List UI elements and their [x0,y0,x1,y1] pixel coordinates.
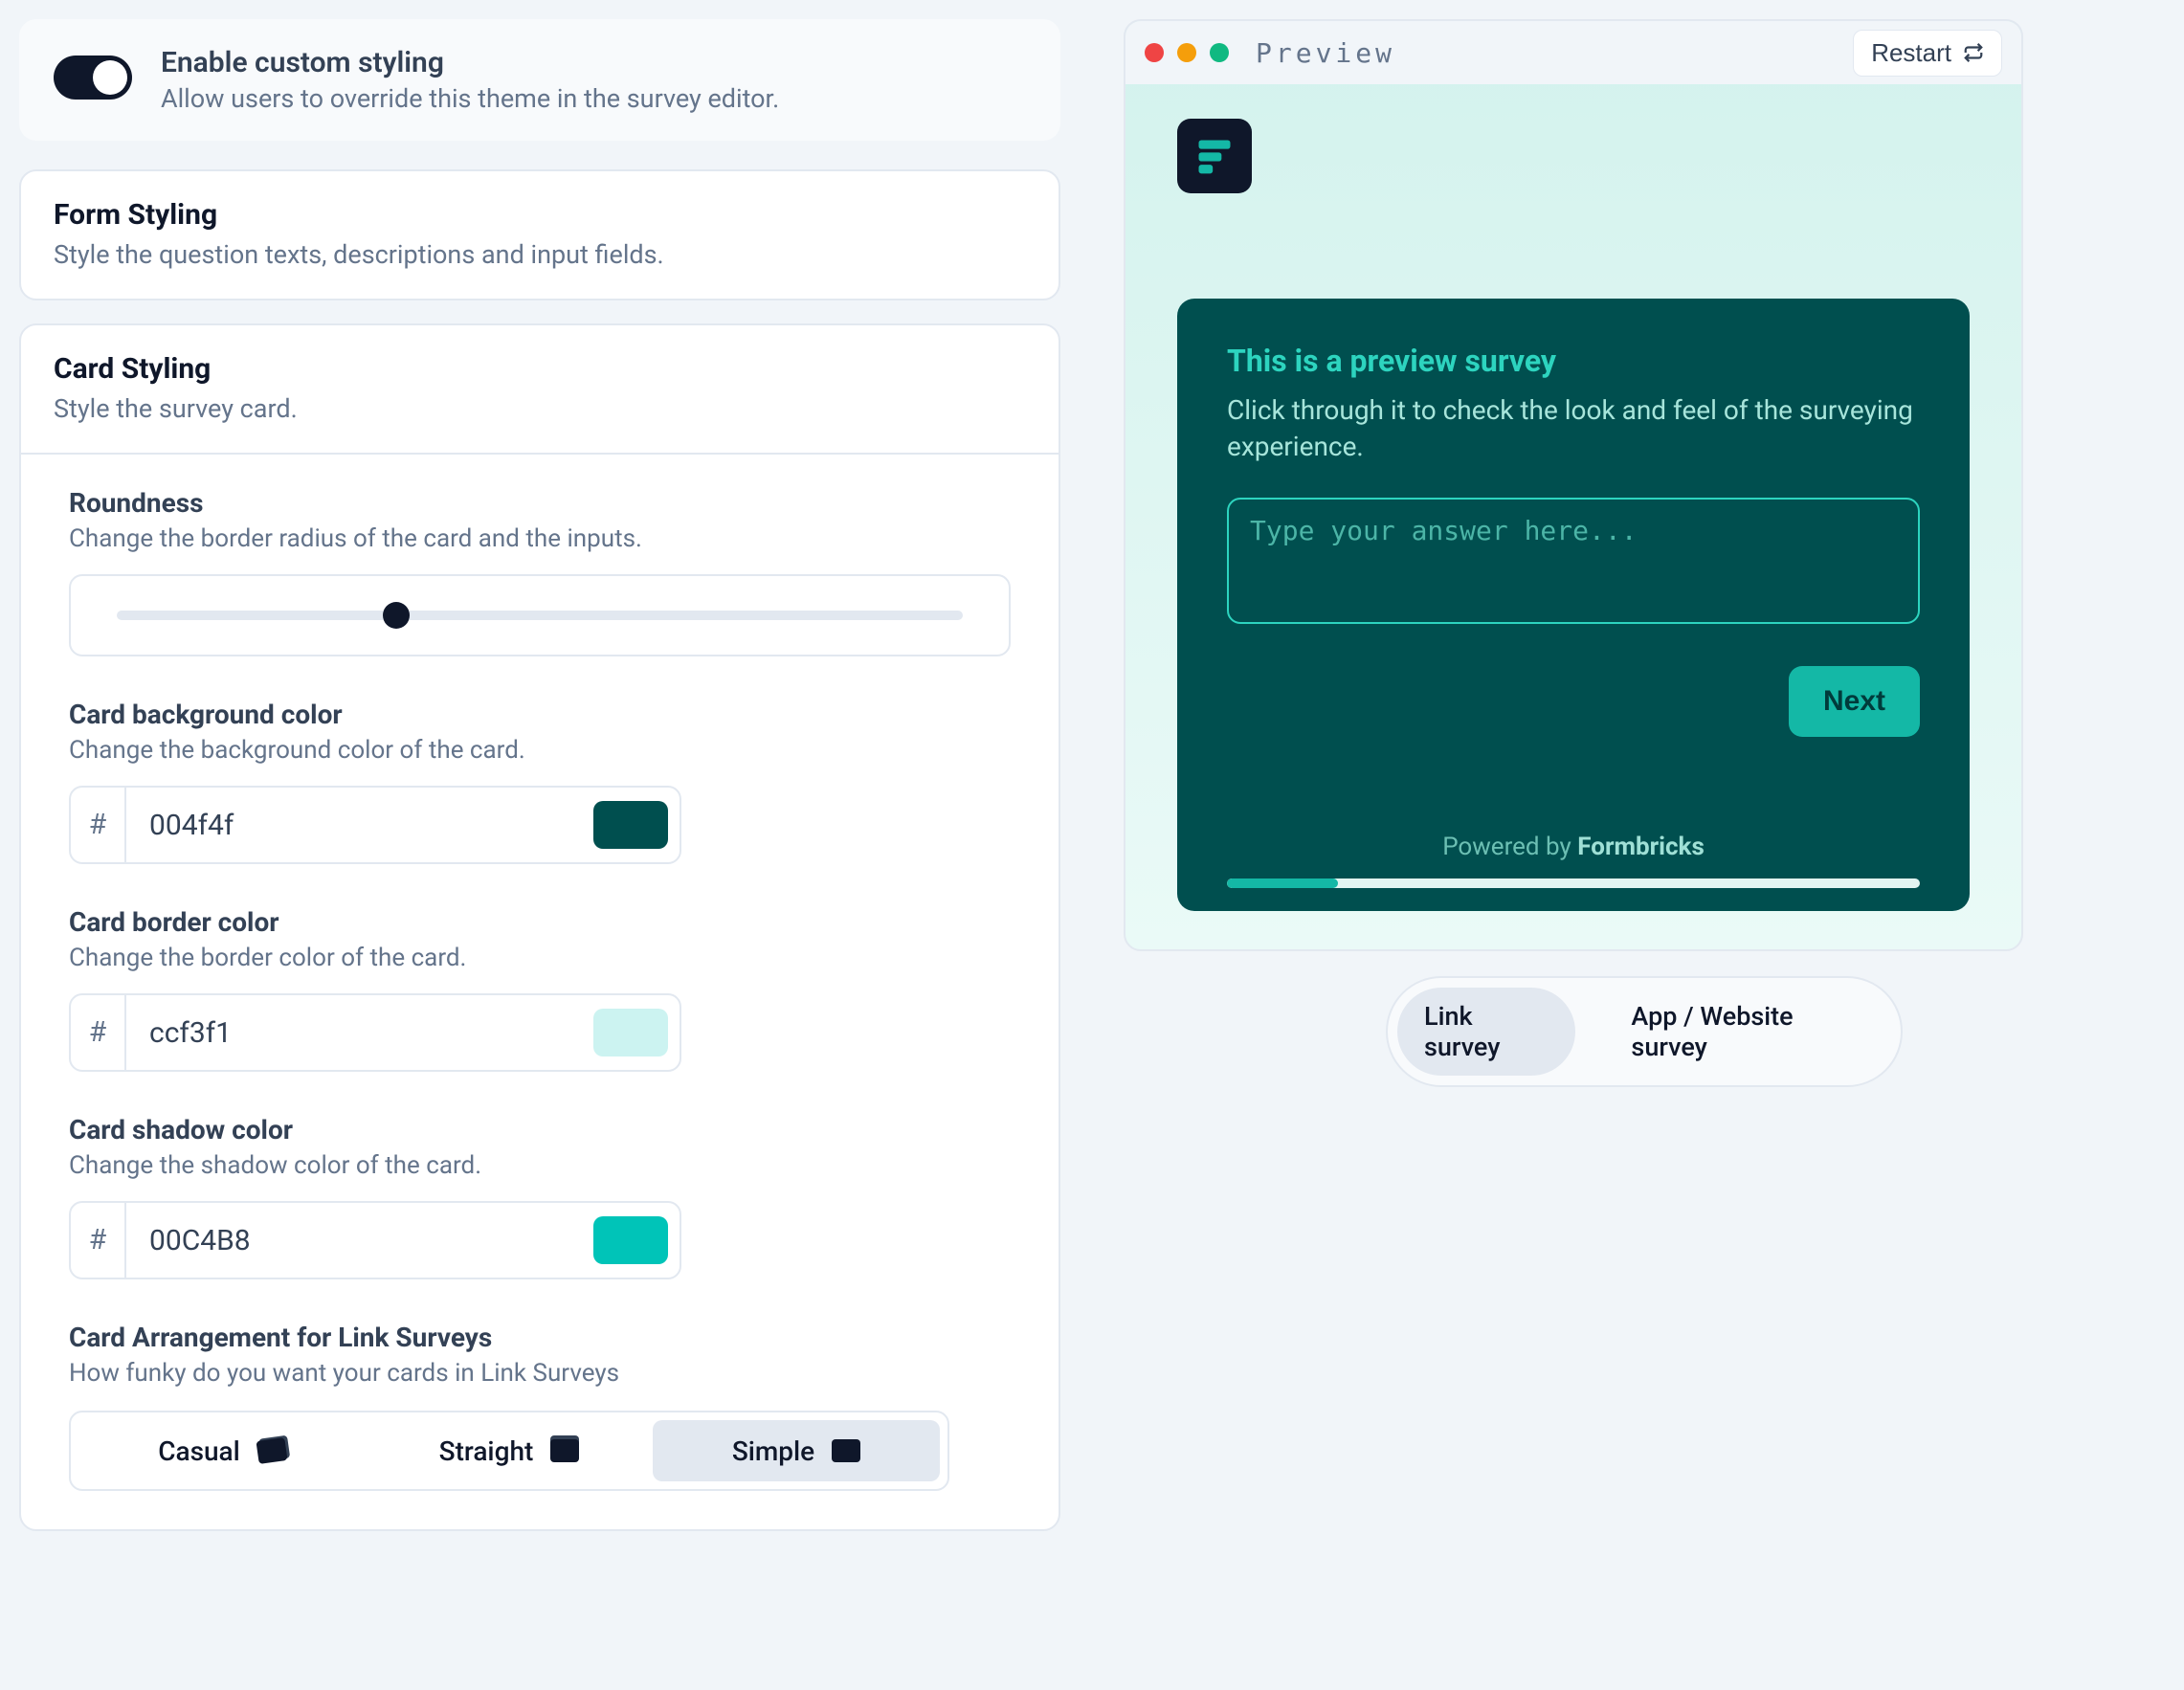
card-bg-hex[interactable]: 004f4f [126,809,593,842]
arrangement-options: Casual Straight Simple [69,1411,949,1491]
card-styling-panel: Card Styling Style the survey card. Roun… [19,323,1060,1531]
arrangement-straight[interactable]: Straight [366,1420,653,1481]
form-styling-title: Form Styling [54,198,1026,232]
formbricks-logo-icon [1193,135,1236,177]
card-border-swatch[interactable] [593,1009,668,1056]
card-border-input[interactable]: # ccf3f1 [69,993,681,1072]
roundness-field: Roundness Change the border radius of th… [69,487,1011,656]
hash-symbol: # [71,995,126,1070]
form-styling-header[interactable]: Form Styling Style the question texts, d… [21,171,1059,299]
card-border-title: Card border color [69,906,1011,938]
tab-app-survey[interactable]: App / Website survey [1604,988,1891,1076]
survey-title: This is a preview survey [1227,343,1920,379]
enable-title: Enable custom styling [161,46,779,79]
card-border-desc: Change the border color of the card. [69,944,1011,972]
restart-label: Restart [1871,38,1951,68]
tab-link-survey[interactable]: Link survey [1397,988,1575,1076]
card-shadow-title: Card shadow color [69,1114,1011,1145]
restart-button[interactable]: Restart [1853,30,2002,77]
arrangement-desc: How funky do you want your cards in Link… [69,1359,1011,1388]
card-bg-input[interactable]: # 004f4f [69,786,681,864]
window-close-icon [1145,43,1164,62]
powered-by: Powered by Formbricks [1227,833,1920,861]
progress-fill [1227,878,1338,888]
card-border-field: Card border color Change the border colo… [69,906,1011,1072]
next-button[interactable]: Next [1789,666,1920,737]
arrangement-casual[interactable]: Casual [78,1420,366,1481]
card-shadow-input[interactable]: # 00C4B8 [69,1201,681,1279]
window-zoom-icon [1210,43,1229,62]
simple-icon [832,1439,860,1462]
card-shadow-hex[interactable]: 00C4B8 [126,1224,593,1257]
hash-symbol: # [71,788,126,862]
option-label: Casual [158,1435,240,1467]
progress-bar [1227,878,1920,888]
roundness-slider-box [69,574,1011,656]
straight-icon [550,1439,579,1462]
survey-desc: Click through it to check the look and f… [1227,392,1920,465]
powered-prefix: Powered by [1442,833,1577,861]
card-styling-title: Card Styling [54,352,1026,386]
survey-answer-input[interactable] [1227,498,1920,624]
roundness-title: Roundness [69,487,1011,519]
card-shadow-swatch[interactable] [593,1216,668,1264]
restart-icon [1963,42,1984,63]
enable-desc: Allow users to override this theme in th… [161,83,779,114]
form-styling-panel: Form Styling Style the question texts, d… [19,169,1060,300]
enable-custom-styling-toggle[interactable] [54,56,132,100]
card-border-hex[interactable]: ccf3f1 [126,1016,593,1050]
arrangement-title: Card Arrangement for Link Surveys [69,1322,1011,1353]
survey-mode-pills: Link survey App / Website survey [1386,976,1903,1087]
powered-brand: Formbricks [1577,833,1705,861]
casual-icon [256,1437,287,1464]
hash-symbol: # [71,1203,126,1278]
card-bg-field: Card background color Change the backgro… [69,699,1011,864]
preview-header: Preview Restart [1125,21,2021,84]
card-styling-desc: Style the survey card. [54,393,1026,424]
option-label: Straight [439,1435,534,1467]
arrangement-simple[interactable]: Simple [653,1420,940,1481]
card-bg-desc: Change the background color of the card. [69,736,1011,765]
enable-custom-styling-card: Enable custom styling Allow users to ove… [19,19,1060,141]
roundness-slider[interactable] [117,611,963,620]
survey-card: This is a preview survey Click through i… [1177,299,1970,911]
card-bg-swatch[interactable] [593,801,668,849]
preview-label: Preview [1256,37,1395,69]
card-bg-title: Card background color [69,699,1011,730]
option-label: Simple [732,1435,814,1467]
preview-window: Preview Restart [1124,19,2023,951]
roundness-desc: Change the border radius of the card and… [69,524,1011,553]
toggle-knob [93,60,127,95]
brand-logo [1177,119,1252,193]
form-styling-desc: Style the question texts, descriptions a… [54,239,1026,270]
slider-thumb[interactable] [383,602,410,629]
window-minimize-icon [1177,43,1196,62]
card-arrangement-field: Card Arrangement for Link Surveys How fu… [69,1322,1011,1491]
card-shadow-field: Card shadow color Change the shadow colo… [69,1114,1011,1279]
card-shadow-desc: Change the shadow color of the card. [69,1151,1011,1180]
card-styling-header[interactable]: Card Styling Style the survey card. [21,325,1059,453]
